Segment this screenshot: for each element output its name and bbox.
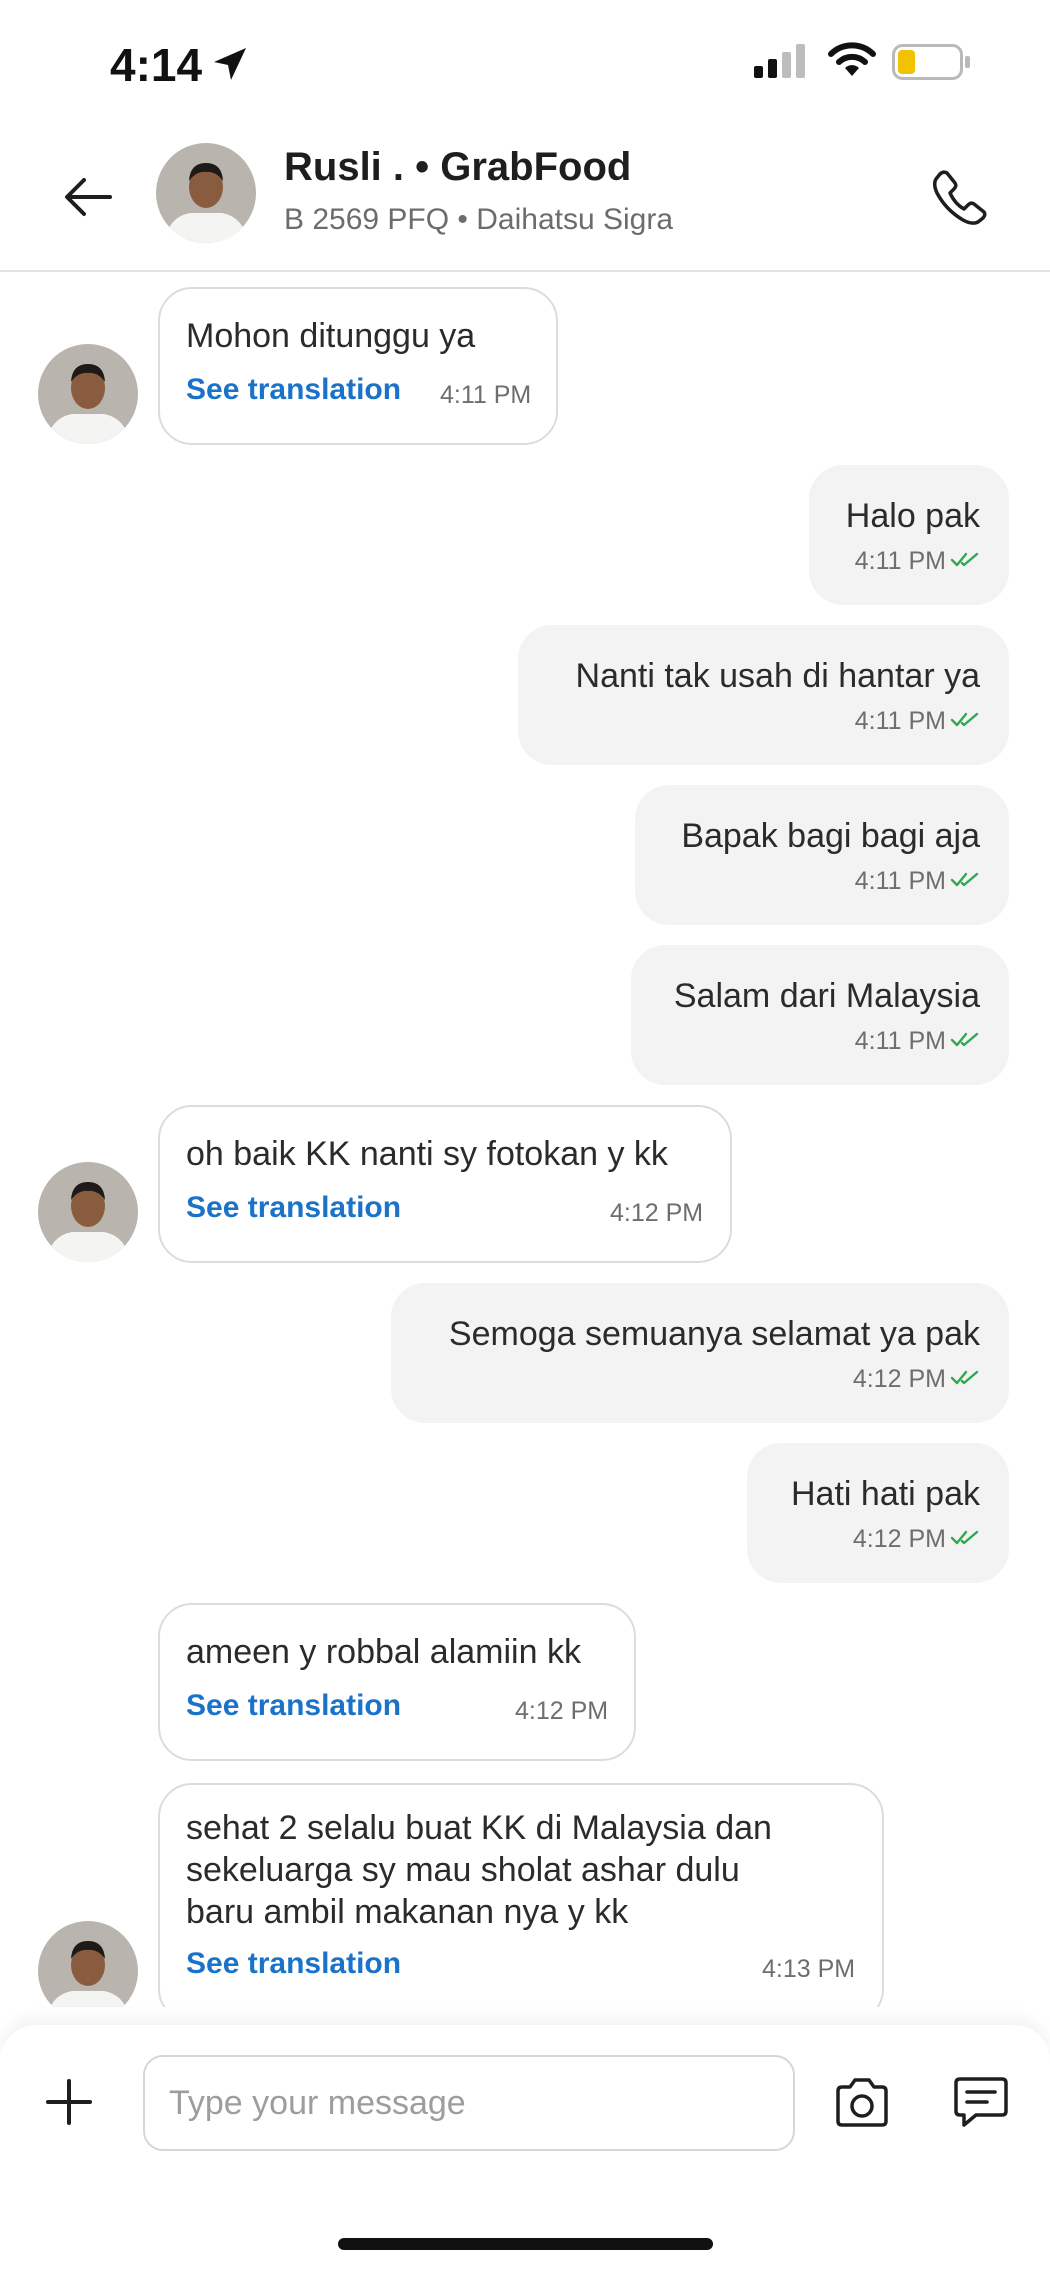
double-check-icon [950, 1032, 979, 1047]
see-translation-link[interactable]: See translation [186, 373, 401, 407]
driver-avatar[interactable] [156, 143, 256, 243]
see-translation-link[interactable]: See translation [186, 1191, 401, 1225]
double-check-icon [950, 872, 979, 887]
incoming-message: sehat 2 selalu buat KK di Malaysia dan s… [0, 1783, 1050, 2007]
incoming-message: oh baik KK nanti sy fotokan y kk See tra… [0, 1105, 1050, 1263]
status-bar: 4:14 [0, 0, 1050, 125]
message-list[interactable]: Mohon ditunggu ya See translation 4:11 P… [0, 272, 1050, 2007]
chat-header: Rusli . • GrabFood B 2569 PFQ • Daihatsu… [0, 125, 1050, 272]
message-time: 4:11 PM [854, 547, 946, 575]
vehicle-info: B 2569 PFQ • Daihatsu Sigra [284, 203, 674, 236]
message-bubble [158, 287, 558, 445]
message-text-line: baru ambil makanan nya y kk [186, 1893, 629, 1931]
sender-avatar [38, 344, 138, 444]
battery-icon [892, 44, 970, 80]
message-text: Semoga semuanya selamat ya pak [448, 1315, 980, 1353]
message-text: Salam dari Malaysia [673, 977, 980, 1015]
outgoing-message: Salam dari Malaysia 4:11 PM [0, 945, 1050, 1085]
message-text-line: sekeluarga sy mau sholat ashar dulu [186, 1851, 740, 1889]
sender-photo-icon [38, 344, 138, 444]
sender-avatar [38, 1162, 138, 1262]
cellular-signal-icon [754, 44, 805, 78]
double-check-icon [950, 712, 979, 727]
message-input[interactable] [143, 2055, 795, 2151]
double-check-icon [950, 552, 979, 567]
message-text: Mohon ditunggu ya [186, 317, 476, 355]
chat-title: Rusli . • GrabFood [284, 145, 632, 189]
see-translation-link[interactable]: See translation [186, 1947, 401, 1981]
sender-avatar [38, 1921, 138, 2007]
message-bubble [158, 1105, 732, 1263]
outgoing-message: Semoga semuanya selamat ya pak 4:12 PM [0, 1283, 1050, 1423]
message-text-line: sehat 2 selalu buat KK di Malaysia dan [186, 1809, 772, 1847]
message-time: 4:12 PM [852, 1525, 946, 1553]
message-text: Halo pak [845, 497, 980, 535]
driver-photo-icon [156, 143, 256, 243]
outgoing-message: Bapak bagi bagi aja 4:11 PM [0, 785, 1050, 925]
message-time: 4:11 PM [854, 1027, 946, 1055]
message-time: 4:11 PM [854, 707, 946, 735]
outgoing-message: Nanti tak usah di hantar ya 4:11 PM [0, 625, 1050, 765]
message-text: Nanti tak usah di hantar ya [575, 657, 980, 695]
double-check-icon [950, 1530, 979, 1545]
incoming-message: Mohon ditunggu ya See translation 4:11 P… [0, 287, 1050, 445]
message-time: 4:12 PM [515, 1697, 609, 1725]
phone-icon[interactable] [930, 167, 990, 227]
message-bubble [158, 1603, 636, 1761]
message-time: 4:11 PM [854, 867, 946, 895]
message-time: 4:12 PM [852, 1365, 946, 1393]
message-text: oh baik KK nanti sy fotokan y kk [186, 1135, 668, 1173]
message-time: 4:11 PM [440, 381, 532, 409]
back-arrow-icon[interactable] [58, 167, 118, 227]
message-time: 4:13 PM [762, 1955, 856, 1983]
outgoing-message: Halo pak 4:11 PM [0, 465, 1050, 605]
camera-icon[interactable] [832, 2075, 892, 2131]
see-translation-link[interactable]: See translation [186, 1689, 401, 1723]
outgoing-message: Hati hati pak 4:12 PM [0, 1443, 1050, 1583]
message-text: Hati hati pak [791, 1475, 980, 1513]
status-time: 4:14 [110, 39, 203, 91]
plus-icon[interactable] [44, 2077, 94, 2127]
location-arrow-icon [214, 48, 246, 80]
double-check-icon [950, 1370, 979, 1385]
message-text: Bapak bagi bagi aja [681, 817, 980, 855]
message-composer [0, 2025, 1050, 2272]
quick-reply-chat-icon[interactable] [952, 2073, 1010, 2131]
wifi-icon [828, 42, 876, 76]
message-time: 4:12 PM [610, 1199, 704, 1227]
sender-photo-icon [38, 1921, 138, 2007]
message-text: ameen y robbal alamiin kk [186, 1633, 581, 1671]
sender-photo-icon [38, 1162, 138, 1262]
incoming-message: ameen y robbal alamiin kk See translatio… [0, 1603, 1050, 1761]
home-indicator [338, 2238, 713, 2250]
